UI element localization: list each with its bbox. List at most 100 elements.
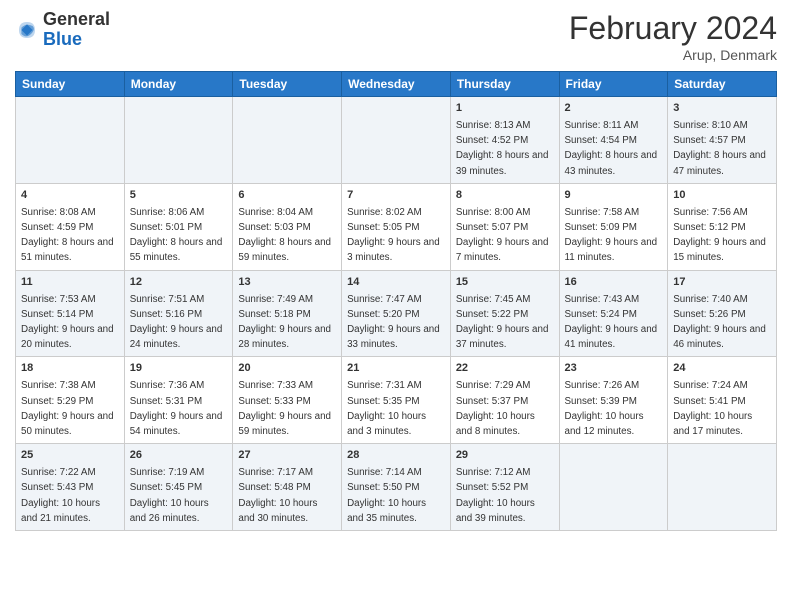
calendar-cell: 8 Sunrise: 8:00 AM Sunset: 5:07 PM Daylig…	[450, 183, 559, 270]
day-number: 17	[673, 275, 771, 291]
header: General Blue February 2024 Arup, Denmark	[15, 10, 777, 63]
day-number: 10	[673, 188, 771, 204]
day-number: 6	[238, 188, 336, 204]
day-info: Sunrise: 7:24 AM Sunset: 5:41 PM Dayligh…	[673, 380, 752, 437]
calendar-cell: 10 Sunrise: 7:56 AM Sunset: 5:12 PM Dayli…	[668, 183, 777, 270]
calendar-cell	[342, 97, 451, 184]
weekday-header-saturday: Saturday	[668, 72, 777, 97]
weekday-header-tuesday: Tuesday	[233, 72, 342, 97]
day-info: Sunrise: 7:22 AM Sunset: 5:43 PM Dayligh…	[21, 467, 100, 524]
weekday-header-monday: Monday	[124, 72, 233, 97]
calendar-cell: 16 Sunrise: 7:43 AM Sunset: 5:24 PM Dayli…	[559, 270, 668, 357]
day-info: Sunrise: 7:56 AM Sunset: 5:12 PM Dayligh…	[673, 207, 766, 264]
day-number: 1	[456, 101, 554, 117]
day-number: 13	[238, 275, 336, 291]
calendar-cell: 5Sunrise: 8:06 AM Sunset: 5:01 PM Daylig…	[124, 183, 233, 270]
week-row-1: 1 Sunrise: 8:13 AM Sunset: 4:52 PM Daylig…	[16, 97, 777, 184]
day-number: 18	[21, 361, 119, 377]
calendar-table: SundayMondayTuesdayWednesdayThursdayFrid…	[15, 71, 777, 531]
day-info: Sunrise: 7:47 AM Sunset: 5:20 PM Dayligh…	[347, 294, 440, 351]
day-number: 27	[238, 448, 336, 464]
day-info: Sunrise: 8:08 AM Sunset: 4:59 PM Dayligh…	[21, 207, 114, 264]
day-info: Sunrise: 8:11 AM Sunset: 4:54 PM Dayligh…	[565, 120, 658, 177]
location-subtitle: Arup, Denmark	[569, 47, 777, 63]
logo-blue: Blue	[43, 29, 82, 49]
day-number: 29	[456, 448, 554, 464]
day-number: 25	[21, 448, 119, 464]
day-info: Sunrise: 7:33 AM Sunset: 5:33 PM Dayligh…	[238, 380, 331, 437]
day-number: 9	[565, 188, 663, 204]
day-number: 28	[347, 448, 445, 464]
day-number: 24	[673, 361, 771, 377]
calendar-cell: 26Sunrise: 7:19 AM Sunset: 5:45 PM Dayli…	[124, 444, 233, 531]
calendar-cell: 2 Sunrise: 8:11 AM Sunset: 4:54 PM Daylig…	[559, 97, 668, 184]
week-row-2: 4 Sunrise: 8:08 AM Sunset: 4:59 PM Daylig…	[16, 183, 777, 270]
day-info: Sunrise: 8:13 AM Sunset: 4:52 PM Dayligh…	[456, 120, 549, 177]
day-info: Sunrise: 7:17 AM Sunset: 5:48 PM Dayligh…	[238, 467, 317, 524]
day-info: Sunrise: 8:02 AM Sunset: 5:05 PM Dayligh…	[347, 207, 440, 264]
calendar-cell: 4 Sunrise: 8:08 AM Sunset: 4:59 PM Daylig…	[16, 183, 125, 270]
calendar-cell: 12 Sunrise: 7:51 AM Sunset: 5:16 PM Dayli…	[124, 270, 233, 357]
day-number: 11	[21, 275, 119, 291]
calendar-cell	[233, 97, 342, 184]
calendar-cell: 17 Sunrise: 7:40 AM Sunset: 5:26 PM Dayli…	[668, 270, 777, 357]
calendar-cell	[559, 444, 668, 531]
calendar-cell: 28 Sunrise: 7:14 AM Sunset: 5:50 PM Dayli…	[342, 444, 451, 531]
day-number: 20	[238, 361, 336, 377]
day-number: 14	[347, 275, 445, 291]
day-number: 2	[565, 101, 663, 117]
day-info: Sunrise: 7:26 AM Sunset: 5:39 PM Dayligh…	[565, 380, 644, 437]
calendar-cell: 15Sunrise: 7:45 AM Sunset: 5:22 PM Dayli…	[450, 270, 559, 357]
day-info: Sunrise: 7:29 AM Sunset: 5:37 PM Dayligh…	[456, 380, 535, 437]
calendar-cell	[124, 97, 233, 184]
day-number: 5	[130, 188, 228, 204]
weekday-header-friday: Friday	[559, 72, 668, 97]
week-row-4: 18 Sunrise: 7:38 AM Sunset: 5:29 PM Dayli…	[16, 357, 777, 444]
calendar-cell: 24 Sunrise: 7:24 AM Sunset: 5:41 PM Dayli…	[668, 357, 777, 444]
day-number: 22	[456, 361, 554, 377]
calendar-cell: 14 Sunrise: 7:47 AM Sunset: 5:20 PM Dayli…	[342, 270, 451, 357]
day-number: 4	[21, 188, 119, 204]
logo-icon	[15, 18, 39, 42]
calendar-cell: 19Sunrise: 7:36 AM Sunset: 5:31 PM Dayli…	[124, 357, 233, 444]
calendar-cell	[16, 97, 125, 184]
weekday-header-wednesday: Wednesday	[342, 72, 451, 97]
calendar-cell: 18 Sunrise: 7:38 AM Sunset: 5:29 PM Dayli…	[16, 357, 125, 444]
calendar-cell: 11 Sunrise: 7:53 AM Sunset: 5:14 PM Dayli…	[16, 270, 125, 357]
calendar-cell: 23Sunrise: 7:26 AM Sunset: 5:39 PM Dayli…	[559, 357, 668, 444]
calendar-cell: 21Sunrise: 7:31 AM Sunset: 5:35 PM Dayli…	[342, 357, 451, 444]
calendar-cell: 20 Sunrise: 7:33 AM Sunset: 5:33 PM Dayli…	[233, 357, 342, 444]
calendar-cell: 27 Sunrise: 7:17 AM Sunset: 5:48 PM Dayli…	[233, 444, 342, 531]
calendar-cell: 13 Sunrise: 7:49 AM Sunset: 5:18 PM Dayli…	[233, 270, 342, 357]
day-info: Sunrise: 7:53 AM Sunset: 5:14 PM Dayligh…	[21, 294, 114, 351]
day-info: Sunrise: 7:38 AM Sunset: 5:29 PM Dayligh…	[21, 380, 114, 437]
calendar-cell	[668, 444, 777, 531]
day-info: Sunrise: 7:49 AM Sunset: 5:18 PM Dayligh…	[238, 294, 331, 351]
day-info: Sunrise: 8:00 AM Sunset: 5:07 PM Dayligh…	[456, 207, 549, 264]
month-title: February 2024	[569, 10, 777, 47]
day-info: Sunrise: 8:10 AM Sunset: 4:57 PM Dayligh…	[673, 120, 766, 177]
weekday-header-row: SundayMondayTuesdayWednesdayThursdayFrid…	[16, 72, 777, 97]
day-info: Sunrise: 7:58 AM Sunset: 5:09 PM Dayligh…	[565, 207, 658, 264]
logo-general: General	[43, 9, 110, 29]
weekday-header-sunday: Sunday	[16, 72, 125, 97]
day-number: 8	[456, 188, 554, 204]
logo-text: General Blue	[43, 10, 110, 50]
day-info: Sunrise: 7:43 AM Sunset: 5:24 PM Dayligh…	[565, 294, 658, 351]
calendar-cell: 3 Sunrise: 8:10 AM Sunset: 4:57 PM Daylig…	[668, 97, 777, 184]
day-info: Sunrise: 7:51 AM Sunset: 5:16 PM Dayligh…	[130, 294, 223, 351]
calendar-cell: 1 Sunrise: 8:13 AM Sunset: 4:52 PM Daylig…	[450, 97, 559, 184]
calendar-body: 1 Sunrise: 8:13 AM Sunset: 4:52 PM Daylig…	[16, 97, 777, 531]
calendar-cell: 25 Sunrise: 7:22 AM Sunset: 5:43 PM Dayli…	[16, 444, 125, 531]
day-number: 7	[347, 188, 445, 204]
calendar-cell: 29Sunrise: 7:12 AM Sunset: 5:52 PM Dayli…	[450, 444, 559, 531]
day-info: Sunrise: 8:04 AM Sunset: 5:03 PM Dayligh…	[238, 207, 331, 264]
day-number: 3	[673, 101, 771, 117]
day-info: Sunrise: 7:19 AM Sunset: 5:45 PM Dayligh…	[130, 467, 209, 524]
day-number: 16	[565, 275, 663, 291]
day-number: 12	[130, 275, 228, 291]
day-info: Sunrise: 7:14 AM Sunset: 5:50 PM Dayligh…	[347, 467, 426, 524]
day-info: Sunrise: 7:40 AM Sunset: 5:26 PM Dayligh…	[673, 294, 766, 351]
week-row-5: 25 Sunrise: 7:22 AM Sunset: 5:43 PM Dayli…	[16, 444, 777, 531]
calendar-cell: 7 Sunrise: 8:02 AM Sunset: 5:05 PM Daylig…	[342, 183, 451, 270]
